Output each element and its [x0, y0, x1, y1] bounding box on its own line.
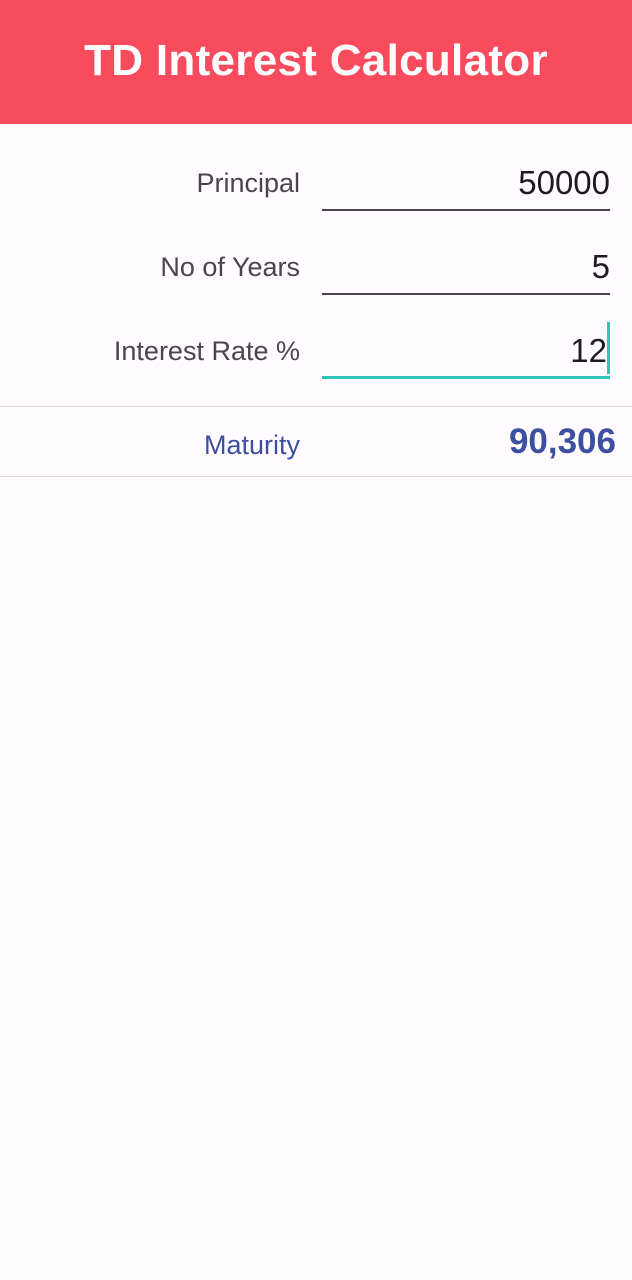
- principal-label: Principal: [196, 168, 300, 198]
- rate-value: 12: [570, 332, 607, 369]
- rate-input[interactable]: 12: [322, 322, 610, 379]
- years-value: 5: [591, 248, 610, 285]
- maturity-value: 90,306: [508, 422, 616, 461]
- years-row: No of Years 5: [0, 244, 632, 300]
- principal-row: Principal 50000: [0, 160, 632, 216]
- years-label: No of Years: [160, 252, 300, 282]
- rate-row: Interest Rate % 12: [0, 322, 632, 382]
- maturity-label: Maturity: [203, 430, 300, 460]
- divider-top: [0, 406, 632, 407]
- divider-bottom: [0, 476, 632, 477]
- rate-label: Interest Rate %: [113, 336, 300, 366]
- principal-input[interactable]: 50000: [322, 160, 610, 211]
- app-header: TD Interest Calculator: [0, 0, 632, 124]
- app-title: TD Interest Calculator: [84, 36, 548, 85]
- maturity-row: Maturity 90,306: [0, 418, 632, 474]
- years-input[interactable]: 5: [322, 244, 610, 295]
- text-cursor: [607, 322, 610, 374]
- app-screen: TD Interest Calculator Principal 50000 N…: [0, 0, 632, 1280]
- principal-value: 50000: [518, 164, 610, 201]
